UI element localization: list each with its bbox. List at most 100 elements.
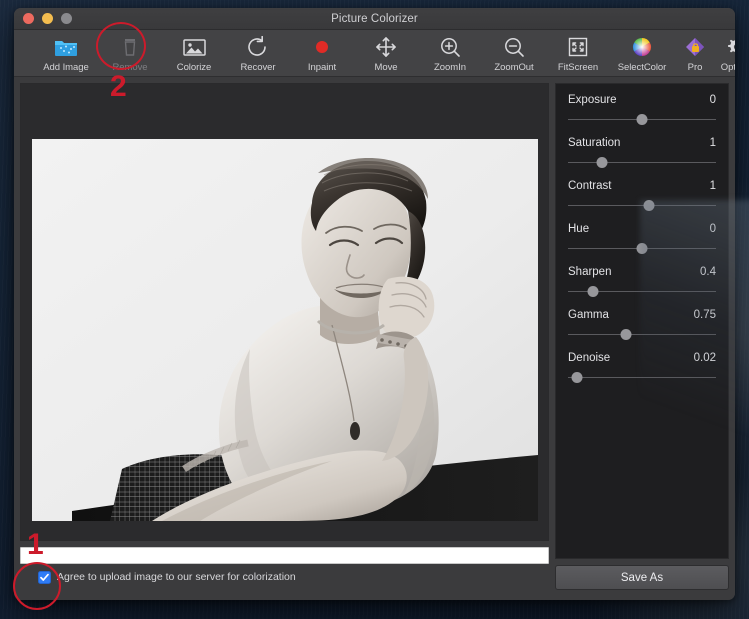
slider-thumb[interactable] [620,329,631,340]
slider-gamma-value: 0.75 [694,309,716,321]
desktop-background: Picture Colorizer Add Image [0,0,749,619]
move-button[interactable]: Move [354,33,418,73]
color-wheel-icon [631,35,653,59]
slider-exposure-label: Exposure [568,94,617,106]
window-content: Agree to upload image to our server for … [14,77,735,590]
slider-sharpen-label: Sharpen [568,266,611,278]
slider-gamma: Gamma 0.75 [568,309,716,347]
slider-track [568,334,716,335]
slider-denoise-header: Denoise 0.02 [568,352,716,364]
slider-saturation-value: 1 [710,137,716,149]
zoom-in-label: ZoomIn [434,62,466,73]
slider-thumb[interactable] [637,243,648,254]
slider-thumb[interactable] [644,200,655,211]
select-color-button[interactable]: SelectColor [610,33,674,73]
inpaint-label: Inpaint [308,62,336,73]
slider-sharpen-value: 0.4 [700,266,716,278]
checkmark-icon [40,573,49,582]
slider-exposure: Exposure 0 [568,94,716,132]
slider-hue-value: 0 [710,223,716,235]
remove-button[interactable]: Remove [98,33,162,73]
pro-diamond-icon [684,35,706,59]
pro-label: Pro [688,62,703,73]
trash-icon [118,35,142,59]
fit-screen-label: FitScreen [558,62,598,73]
output-path-input[interactable] [20,547,549,564]
image-canvas[interactable] [20,83,549,541]
slider-gamma-header: Gamma 0.75 [568,309,716,321]
slider-saturation-header: Saturation 1 [568,137,716,149]
recover-label: Recover [240,62,275,73]
main-toolbar: Add Image Remove [14,30,735,77]
zoom-in-button[interactable]: ZoomIn [418,33,482,73]
window-titlebar: Picture Colorizer [14,8,735,30]
pro-button[interactable]: Pro [674,33,716,73]
slider-hue-header: Hue 0 [568,223,716,235]
add-image-label: Add Image [43,62,89,73]
picture-icon [182,35,207,59]
slider-track [568,377,716,378]
right-column: Exposure 0 Saturation 1 [555,77,735,590]
colorize-button[interactable]: Colorize [162,33,226,73]
inpaint-button[interactable]: Inpaint [290,33,354,73]
gear-icon [726,35,735,59]
zoom-in-icon [438,35,462,59]
toolbar-right-group: Pro Options [674,33,735,73]
left-column: Agree to upload image to our server for … [14,77,553,590]
move-arrows-icon [374,35,398,59]
slider-hue-label: Hue [568,223,589,235]
colorize-label: Colorize [177,62,211,73]
red-dot-icon [311,35,333,59]
slider-gamma-label: Gamma [568,309,609,321]
slider-denoise-label: Denoise [568,352,610,364]
slider-sharpen: Sharpen 0.4 [568,266,716,304]
picture-colorizer-window: Picture Colorizer Add Image [14,8,735,600]
agree-upload-row[interactable]: Agree to upload image to our server for … [20,564,553,590]
slider-thumb[interactable] [588,286,599,297]
zoom-out-icon [502,35,526,59]
zoom-out-button[interactable]: ZoomOut [482,33,546,73]
adjustments-panel: Exposure 0 Saturation 1 [555,83,729,559]
refresh-icon [246,35,270,59]
options-button[interactable]: Options [716,33,735,73]
slider-hue: Hue 0 [568,223,716,261]
slider-saturation-control[interactable] [568,149,716,175]
slider-track [568,162,716,163]
fit-screen-icon [566,35,590,59]
slider-contrast-control[interactable] [568,192,716,218]
recover-button[interactable]: Recover [226,33,290,73]
slider-denoise: Denoise 0.02 [568,352,716,390]
remove-label: Remove [112,62,147,73]
slider-denoise-value: 0.02 [694,352,716,364]
window-bottom-strip [14,590,735,600]
agree-upload-checkbox[interactable] [38,571,51,584]
fit-screen-button[interactable]: FitScreen [546,33,610,73]
slider-denoise-control[interactable] [568,364,716,390]
slider-contrast-value: 1 [710,180,716,192]
slider-thumb[interactable] [571,372,582,383]
slider-saturation-label: Saturation [568,137,620,149]
agree-upload-label: Agree to upload image to our server for … [57,571,296,583]
folder-image-icon [54,35,78,59]
slider-hue-control[interactable] [568,235,716,261]
slider-sharpen-control[interactable] [568,278,716,304]
options-label: Options [721,62,735,73]
slider-contrast-label: Contrast [568,180,611,192]
slider-thumb[interactable] [637,114,648,125]
slider-gamma-control[interactable] [568,321,716,347]
save-as-button[interactable]: Save As [555,565,729,590]
loaded-photo[interactable] [32,139,538,521]
zoom-out-label: ZoomOut [494,62,533,73]
slider-sharpen-header: Sharpen 0.4 [568,266,716,278]
slider-exposure-value: 0 [710,94,716,106]
path-bar-row [20,547,549,564]
slider-thumb[interactable] [597,157,608,168]
move-label: Move [374,62,397,73]
slider-exposure-control[interactable] [568,106,716,132]
slider-contrast: Contrast 1 [568,180,716,218]
window-title: Picture Colorizer [14,13,735,25]
slider-track [568,205,716,206]
slider-exposure-header: Exposure 0 [568,94,716,106]
add-image-button[interactable]: Add Image [34,33,98,73]
slider-saturation: Saturation 1 [568,137,716,175]
